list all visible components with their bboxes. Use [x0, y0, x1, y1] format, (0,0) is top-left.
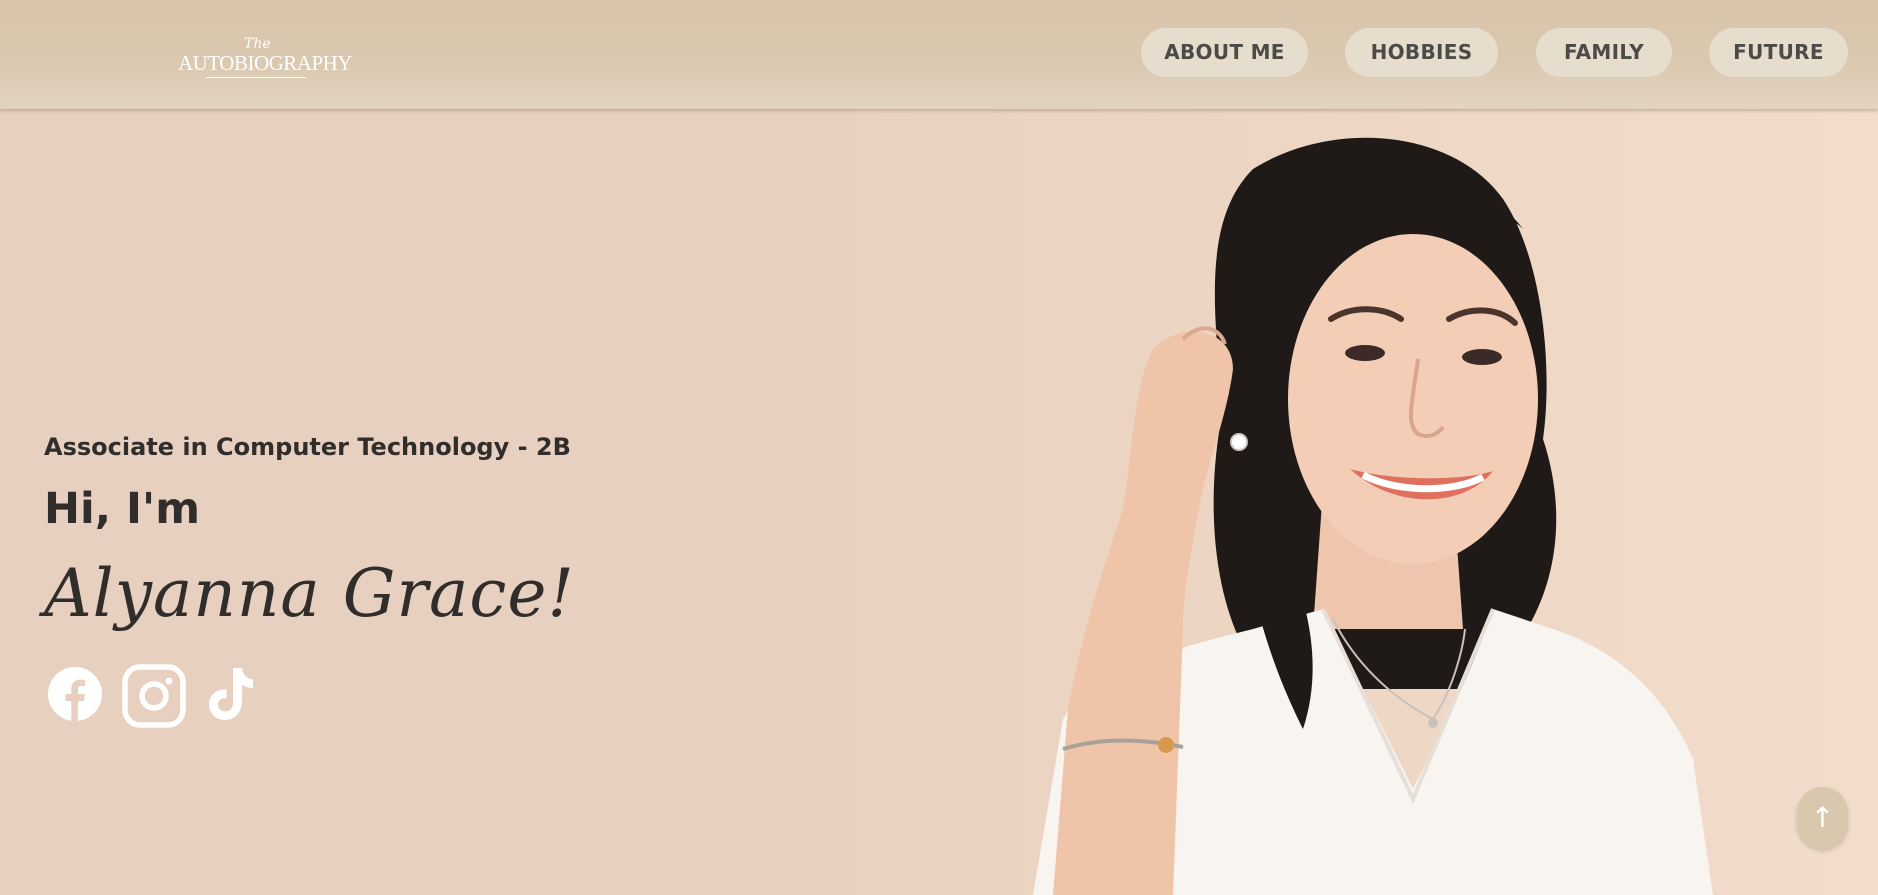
- facebook-icon[interactable]: [47, 666, 103, 722]
- tiktok-icon[interactable]: [201, 666, 257, 722]
- instagram-icon[interactable]: [122, 664, 186, 728]
- scroll-to-top-button[interactable]: ↑: [1797, 787, 1848, 849]
- site-header: The AUTOBIOGRAPHY ABOUT ME HOBBIES FAMIL…: [0, 0, 1878, 109]
- logo-wordmark: AUTOBIOGRAPHY: [178, 51, 352, 75]
- nav-future[interactable]: FUTURE: [1709, 28, 1848, 77]
- nav-hobbies[interactable]: HOBBIES: [1345, 28, 1498, 77]
- hero-name: Alyanna Grace!: [44, 555, 575, 632]
- site-logo[interactable]: The AUTOBIOGRAPHY: [178, 36, 352, 84]
- arrow-up-icon: ↑: [1810, 801, 1835, 834]
- portrait-photo: [853, 109, 1878, 895]
- logo-script-text: The: [244, 36, 271, 52]
- nav-about-me[interactable]: ABOUT ME: [1141, 28, 1308, 77]
- nav-family[interactable]: FAMILY: [1536, 28, 1672, 77]
- hero-subtitle: Associate in Computer Technology - 2B: [44, 433, 571, 461]
- logo-underline: [206, 77, 306, 78]
- hero-greeting: Hi, I'm: [44, 484, 201, 534]
